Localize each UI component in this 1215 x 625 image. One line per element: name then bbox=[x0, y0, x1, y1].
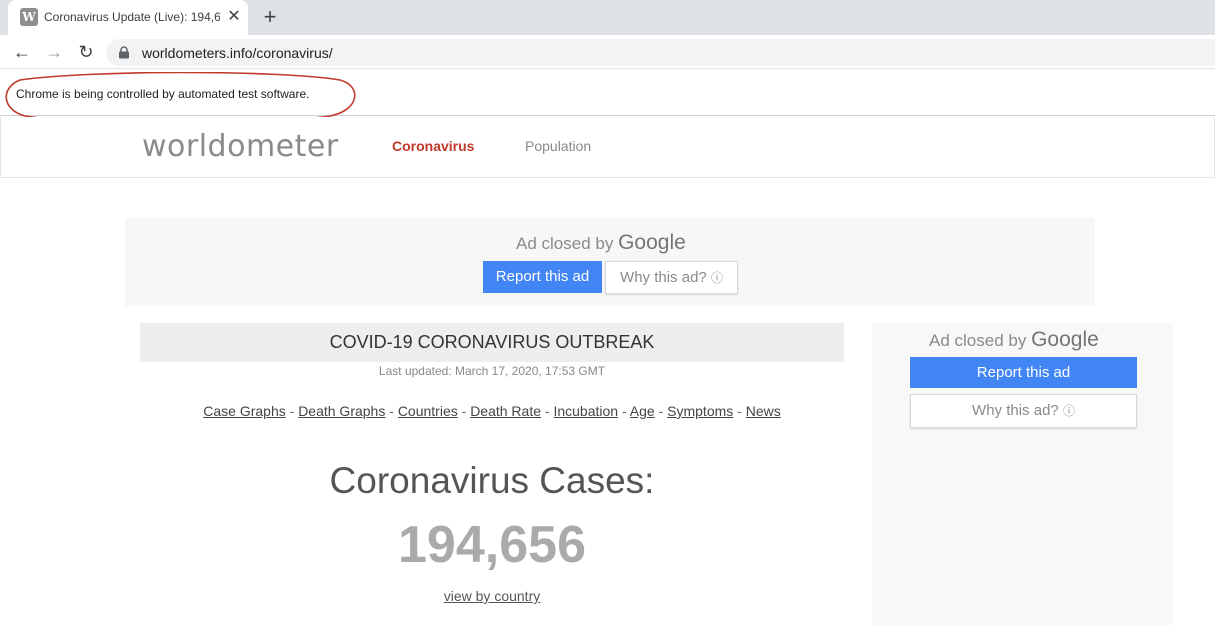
link-separator: - bbox=[389, 403, 394, 419]
browser-tab[interactable]: W Coronavirus Update (Live): 194,656 ✕ bbox=[8, 0, 248, 35]
page-title: COVID-19 CORONAVIRUS OUTBREAK bbox=[329, 332, 655, 352]
outbreak-title-bar: COVID-19 CORONAVIRUS OUTBREAK bbox=[140, 323, 844, 362]
worldometer-logo[interactable]: worldometer bbox=[142, 129, 339, 164]
quick-links: Case Graphs - Death Graphs - Countries -… bbox=[140, 403, 844, 419]
ad-sidebar: Ad closed by Google Report this ad Why t… bbox=[872, 323, 1173, 625]
info-icon: ⓘ bbox=[710, 271, 723, 285]
link-death-rate[interactable]: Death Rate bbox=[470, 403, 541, 419]
last-updated: Last updated: March 17, 2020, 17:53 GMT bbox=[378, 364, 606, 378]
reload-icon[interactable]: ↻ bbox=[74, 40, 98, 64]
link-separator: - bbox=[289, 403, 295, 419]
url-text: worldometers.info/coronavirus/ bbox=[142, 45, 333, 61]
automation-infobar: Chrome is being controlled by automated … bbox=[0, 70, 1215, 116]
link-separator: - bbox=[544, 403, 550, 419]
link-separator: - bbox=[621, 403, 627, 419]
ad-closed-prefix: Ad closed by bbox=[516, 234, 614, 253]
new-tab-icon[interactable]: + bbox=[258, 5, 282, 29]
nav-population[interactable]: Population bbox=[525, 138, 591, 154]
link-news[interactable]: News bbox=[746, 403, 781, 419]
report-ad-button[interactable]: Report this ad bbox=[910, 357, 1137, 388]
cases-label: Coronavirus Cases: bbox=[329, 460, 655, 501]
link-case-graphs[interactable]: Case Graphs bbox=[203, 403, 285, 419]
infobar-text: Chrome is being controlled by automated … bbox=[16, 87, 310, 101]
tab-title: Coronavirus Update (Live): 194,656 bbox=[44, 10, 220, 24]
tab-strip: W Coronavirus Update (Live): 194,656 ✕ + bbox=[0, 0, 1215, 35]
report-ad-button[interactable]: Report this ad bbox=[483, 261, 602, 293]
view-by-country-container: view by country bbox=[140, 588, 844, 604]
link-countries[interactable]: Countries bbox=[398, 403, 458, 419]
favicon-icon: W bbox=[20, 8, 38, 26]
ad-banner-top: Ad closed by Google Report this ad Why t… bbox=[125, 218, 1095, 306]
why-this-ad-button[interactable]: Why this ad? ⓘ bbox=[910, 394, 1137, 428]
google-wordmark: Google bbox=[1031, 328, 1099, 351]
link-separator: - bbox=[737, 403, 742, 419]
link-age[interactable]: Age bbox=[630, 403, 655, 419]
link-separator: - bbox=[658, 403, 664, 419]
ad-closed-prefix: Ad closed by bbox=[929, 331, 1027, 350]
ad-closed-text: Ad closed by Google bbox=[516, 231, 686, 255]
back-arrow-icon[interactable]: ← bbox=[10, 40, 34, 64]
google-wordmark: Google bbox=[618, 231, 686, 254]
close-icon[interactable]: ✕ bbox=[225, 8, 243, 26]
forward-arrow-icon[interactable]: → bbox=[42, 40, 66, 64]
info-icon: ⓘ bbox=[1062, 404, 1075, 418]
link-symptoms[interactable]: Symptoms bbox=[667, 403, 733, 419]
link-death-graphs[interactable]: Death Graphs bbox=[298, 403, 385, 419]
lock-icon bbox=[119, 46, 129, 59]
browser-toolbar: ← → ↻ worldometers.info/coronavirus/ bbox=[0, 35, 1215, 69]
why-this-ad-button[interactable]: Why this ad? ⓘ bbox=[605, 261, 738, 294]
link-incubation[interactable]: Incubation bbox=[553, 403, 618, 419]
view-by-country-link[interactable]: view by country bbox=[444, 588, 540, 604]
address-bar[interactable]: worldometers.info/coronavirus/ bbox=[106, 39, 1215, 66]
link-separator: - bbox=[461, 403, 467, 419]
why-this-ad-label: Why this ad? bbox=[972, 402, 1059, 419]
ad-closed-text: Ad closed by Google bbox=[929, 328, 1099, 352]
nav-coronavirus[interactable]: Coronavirus bbox=[392, 138, 474, 154]
cases-number: 194,656 bbox=[398, 516, 586, 574]
site-header: worldometer Coronavirus Population bbox=[0, 117, 1215, 178]
why-this-ad-label: Why this ad? bbox=[620, 269, 707, 286]
